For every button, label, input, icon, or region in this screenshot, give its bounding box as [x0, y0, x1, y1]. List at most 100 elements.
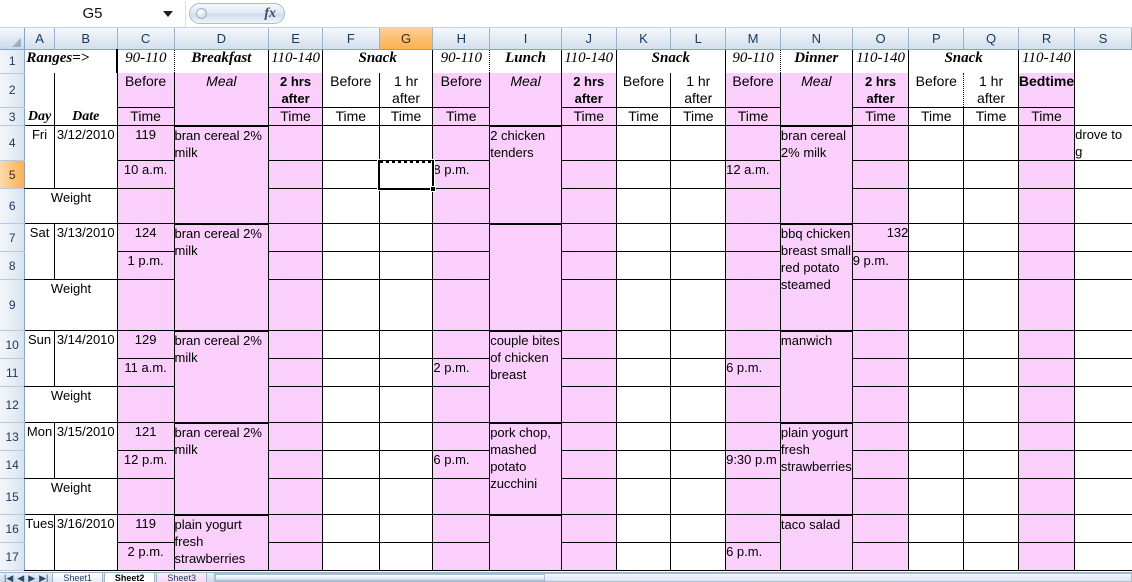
cell-snack3-before-time[interactable]	[908, 542, 965, 571]
cell-snack2-after-reading[interactable]	[670, 422, 727, 451]
cell-K2-before[interactable]: Before	[616, 73, 672, 108]
cell-blank[interactable]	[322, 478, 380, 515]
cell-blank[interactable]	[852, 386, 910, 423]
row-header-2[interactable]: 2	[0, 73, 26, 108]
cell-blank[interactable]	[1018, 188, 1076, 224]
cell-snack2-before-time[interactable]	[616, 358, 672, 387]
cell-lunch-before-time[interactable]: 6 p.m.	[432, 450, 491, 479]
cell-snack2-after-reading[interactable]	[670, 125, 727, 161]
cell-J2-2hrs-after[interactable]: 2 hrs after	[561, 73, 617, 108]
cell-note[interactable]	[1074, 422, 1132, 451]
cell-dinner-before-reading[interactable]	[725, 125, 781, 161]
column-header-e[interactable]: E	[268, 28, 323, 50]
cell-M2-before[interactable]: Before	[725, 73, 781, 108]
cell-snack2-after-reading[interactable]	[670, 330, 727, 359]
cell-snack2-after-time[interactable]	[670, 160, 727, 189]
sheet-tab-sheet1[interactable]: Sheet1	[52, 573, 103, 582]
cell-blank[interactable]	[616, 279, 672, 331]
cell-dinner-before-time[interactable]: 12 a.m.	[725, 160, 781, 189]
cell-lunch-after-reading[interactable]	[561, 125, 617, 161]
cell-blank[interactable]	[561, 478, 617, 515]
cell-bedtime-time[interactable]	[1018, 542, 1076, 571]
cell-lunch-meal[interactable]	[489, 223, 562, 332]
cell-blank[interactable]	[1018, 478, 1076, 515]
cell-snack2-after-time[interactable]	[670, 358, 727, 387]
cell-snack3-after-time[interactable]	[963, 160, 1019, 189]
cell-lunch-before-reading[interactable]	[432, 223, 491, 252]
cell-note[interactable]	[1074, 330, 1132, 359]
column-header-r[interactable]: R	[1018, 28, 1076, 50]
cell-blank[interactable]	[379, 478, 434, 515]
cell-J3-time[interactable]: Time	[561, 107, 617, 126]
cell-breakfast-after-time[interactable]	[268, 160, 323, 189]
cell-snack3-after-reading[interactable]	[963, 422, 1019, 451]
insert-function-icon[interactable]: fx	[264, 6, 276, 22]
cell-lunch-meal[interactable]: 2 chicken tenders	[489, 125, 562, 225]
cell-snack1-after-time[interactable]	[379, 358, 434, 387]
cell-blank[interactable]	[432, 386, 491, 423]
horizontal-scrollbar-thumb[interactable]	[214, 574, 545, 581]
cell-snack1-after-reading[interactable]	[379, 514, 434, 543]
cell-note-cont[interactable]	[1074, 542, 1132, 571]
cell-A2[interactable]	[24, 73, 55, 108]
cell-snack1-before-reading[interactable]	[322, 125, 380, 161]
chevron-down-icon[interactable]	[163, 10, 173, 17]
cell-blank[interactable]	[908, 386, 965, 423]
next-sheet-icon[interactable]: ▶	[28, 573, 35, 582]
cell-snack1-before-time[interactable]	[322, 160, 380, 189]
column-header-c[interactable]: C	[117, 28, 175, 50]
cell-breakfast-after-time[interactable]	[268, 542, 323, 571]
cell-E1-range[interactable]: 110-140	[268, 49, 323, 73]
cell-lunch-after-time[interactable]	[561, 358, 617, 387]
sheet-tab-sheet2[interactable]: Sheet2	[103, 573, 156, 582]
cell-G2-1hr-after[interactable]: 1 hr after	[379, 73, 434, 108]
cell-blank[interactable]	[616, 478, 672, 515]
cell-snack2-before-time[interactable]	[616, 542, 672, 571]
cell-snack1-before-time[interactable]	[322, 358, 380, 387]
cell-dinner-after-reading[interactable]	[852, 422, 910, 451]
cell-breakfast-before-time[interactable]: 10 a.m.	[117, 160, 175, 189]
cell-snack1-after-time[interactable]	[379, 450, 434, 479]
column-header-n[interactable]: N	[780, 28, 853, 50]
cell-note[interactable]: drove to g	[1074, 125, 1132, 161]
cell-breakfast-before-reading[interactable]: 119	[117, 125, 175, 161]
cell-snack3-after-time[interactable]	[963, 450, 1019, 479]
cell-I1-lunch[interactable]: Lunch	[489, 49, 562, 73]
cell-blank[interactable]	[963, 478, 1019, 515]
cell-dinner-after-time[interactable]	[852, 160, 910, 189]
select-all-corner[interactable]	[0, 28, 26, 50]
cell-bedtime-reading[interactable]	[1018, 125, 1076, 161]
cell-blank[interactable]	[561, 386, 617, 423]
cell-breakfast-after-reading[interactable]	[268, 223, 323, 252]
row-header-5[interactable]: 5	[0, 160, 26, 189]
cell-snack1-before-reading[interactable]	[322, 422, 380, 451]
formula-tools-group[interactable]: fx	[189, 3, 285, 24]
cell-blank[interactable]	[616, 188, 672, 224]
cell-R2-bedtime[interactable]: Bedtime	[1018, 73, 1076, 108]
cell-breakfast-before-reading[interactable]: 129	[117, 330, 175, 359]
row-header-12[interactable]: 12	[0, 386, 26, 423]
cell-blank[interactable]	[725, 188, 781, 224]
cell-snack1-before-reading[interactable]	[322, 223, 380, 252]
cell-snack2-before-reading[interactable]	[616, 125, 672, 161]
cell-blank[interactable]	[322, 188, 380, 224]
cell-D1-breakfast[interactable]: Breakfast	[174, 49, 270, 73]
cell-snack3-before-time[interactable]	[908, 450, 965, 479]
cell-bedtime-time[interactable]	[1018, 450, 1076, 479]
cell-M1-range[interactable]: 90-110	[725, 49, 781, 73]
row-header-3[interactable]: 3	[0, 107, 26, 126]
cell-dinner-meal[interactable]: bbq chicken breast small red potato stea…	[780, 223, 853, 332]
cell-dinner-after-reading[interactable]: 132	[852, 223, 910, 252]
column-header-p[interactable]: P	[908, 28, 965, 50]
cell-snack2-after-time[interactable]	[670, 450, 727, 479]
cell-day[interactable]: Tues	[24, 514, 55, 571]
cell-dinner-after-reading[interactable]	[852, 330, 910, 359]
cell-date[interactable]: 3/14/2010	[54, 330, 118, 387]
cell-E3-time[interactable]: Time	[268, 107, 323, 126]
cell-blank[interactable]	[1074, 386, 1132, 423]
cell-snack2-after-reading[interactable]	[670, 514, 727, 543]
cell-blank[interactable]	[117, 478, 175, 515]
cancel-enter-icon[interactable]	[196, 8, 207, 19]
column-header-o[interactable]: O	[852, 28, 910, 50]
cell-snack1-before-reading[interactable]	[322, 330, 380, 359]
